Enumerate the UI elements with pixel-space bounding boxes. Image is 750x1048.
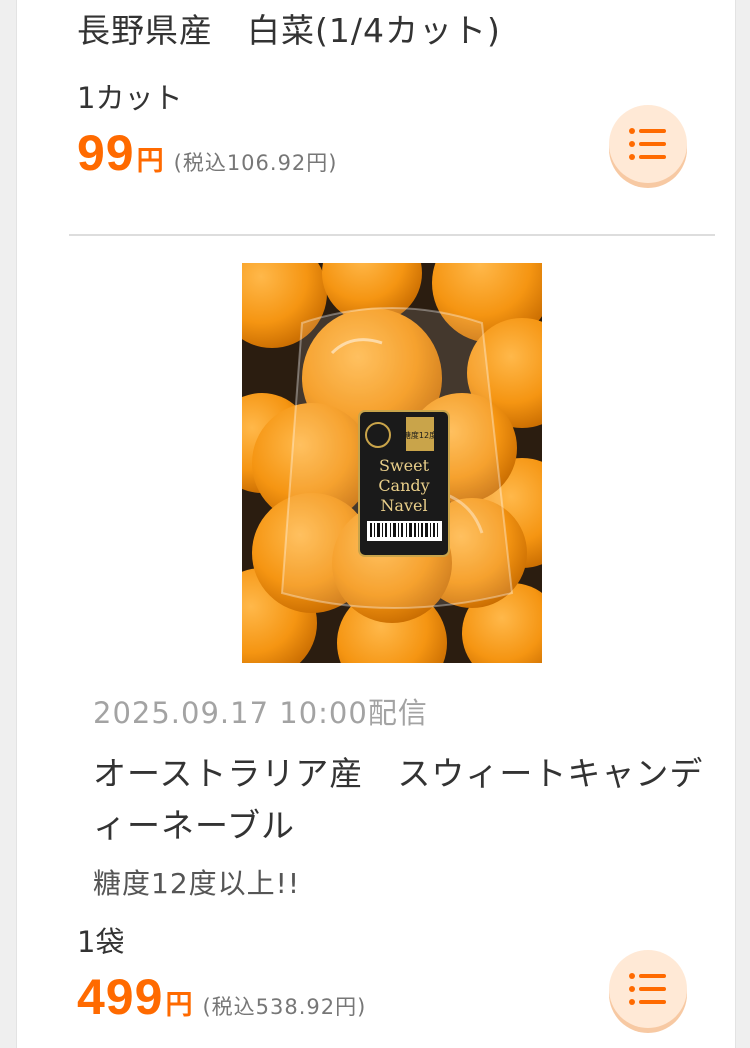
price-yen: 円	[165, 990, 193, 1021]
price-yen: 円	[136, 146, 164, 177]
product-divider	[69, 234, 715, 236]
label-title-line1: Sweet	[379, 456, 430, 475]
price-tax-included: (税込538.92円)	[202, 995, 367, 1019]
delivery-date: 2025.09.17 10:00配信	[93, 696, 428, 730]
list-icon	[629, 973, 666, 1005]
flyer-product-list: 長野県産 白菜(1/4カット) 1カット 99円 (税込106.92円) 糖度1…	[16, 0, 736, 1048]
label-title-line3: Navel	[380, 496, 427, 515]
product-image[interactable]: 糖度12度 Sweet Candy Navel	[242, 263, 542, 663]
list-icon	[629, 128, 666, 160]
price-row: 499円 (税込538.92円)	[77, 968, 366, 1026]
add-to-list-button[interactable]	[609, 105, 687, 183]
add-to-list-button[interactable]	[609, 950, 687, 1028]
product-unit: 1カット	[77, 81, 183, 115]
product-unit: 1袋	[77, 925, 125, 959]
label-badge: 糖度12度	[403, 430, 437, 440]
product-description: 糖度12度以上!!	[93, 867, 301, 900]
product-title: 長野県産 白菜(1/4カット)	[77, 11, 501, 50]
label-title-line2: Candy	[378, 476, 429, 495]
price-value: 499	[77, 969, 164, 1025]
product-title: オーストラリア産 スウィートキャンディーネーブル	[93, 754, 704, 845]
price-tax-included: (税込106.92円)	[173, 151, 338, 175]
price-row: 99円 (税込106.92円)	[77, 124, 338, 182]
price-value: 99	[77, 125, 135, 181]
